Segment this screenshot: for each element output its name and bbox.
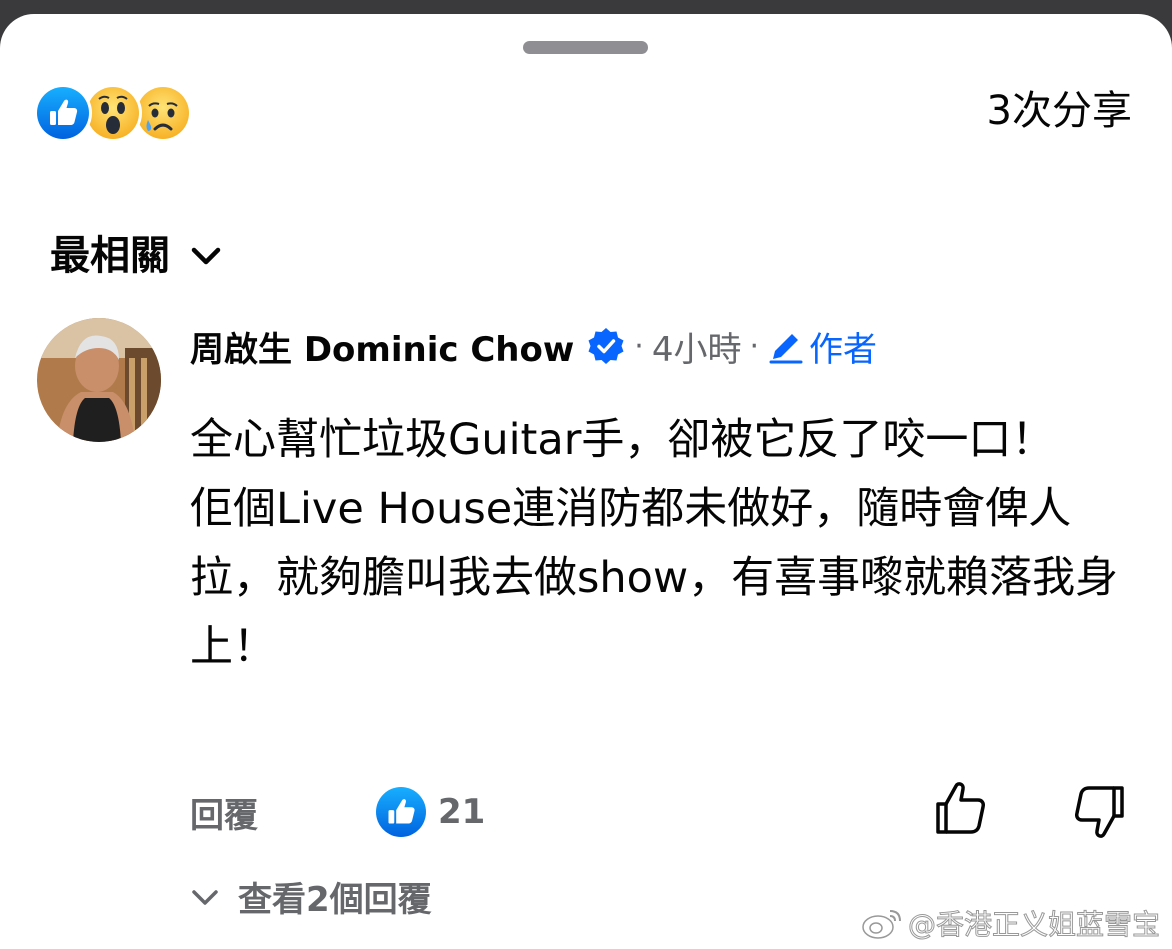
like-count: 21 [438,792,486,832]
comment-actions: 回覆 21 [190,784,485,840]
pencil-icon [769,334,803,364]
avatar[interactable] [37,318,161,442]
comment-header: 周啟生 Dominic Chow · 4小時 · 作者 [190,316,877,376]
wow-reaction-icon [84,84,142,142]
sort-label: 最相關 [50,233,170,279]
thumbs-up-icon[interactable] [932,778,988,838]
reply-button[interactable]: 回覆 [190,788,258,837]
sad-reaction-icon [134,84,192,142]
separator-dot: · [749,328,760,364]
sort-dropdown[interactable]: 最相關 [50,226,224,286]
verified-badge-icon [588,328,624,364]
shares-count[interactable]: 3次分享 [987,84,1132,138]
chevron-down-icon [192,889,218,905]
comment-body: 全心幫忙垃圾Guitar手，卻被它反了咬一口！ 佢個Live House連消防都… [190,406,1140,682]
comment-reactions[interactable]: 21 [376,784,485,840]
watermark-text: @香港正义姐蓝雪宝 [907,908,1160,942]
separator-dot: · [634,328,644,364]
author-badge: 作者 [767,322,877,371]
author-badge-label: 作者 [809,329,878,370]
view-replies-button[interactable]: 查看2個回覆 [188,872,432,921]
thumbs-down-icon[interactable] [1072,782,1128,842]
comment-author[interactable]: 周啟生 Dominic Chow [190,322,574,371]
watermark: @香港正义姐蓝雪宝 [860,903,1161,943]
comment-time[interactable]: 4小時 [652,322,742,371]
sheet-drag-handle[interactable] [523,41,648,54]
like-reaction-icon [376,787,426,837]
comment-text-line: 全心幫忙垃圾Guitar手，卻被它反了咬一口！ [190,415,1055,465]
weibo-logo-icon [862,910,901,939]
comment-text-line: 佢個Live House連消防都未做好，隨時會俾人拉，就夠膽叫我去做show，有… [190,484,1119,672]
chevron-down-icon [191,247,221,265]
like-reaction-icon [34,84,92,142]
comments-sheet: 3次分享 最相關 周啟生 Dominic Chow · 4小時 · 作者 全心幫… [0,14,1172,949]
view-replies-label: 查看2個回覆 [238,880,432,920]
